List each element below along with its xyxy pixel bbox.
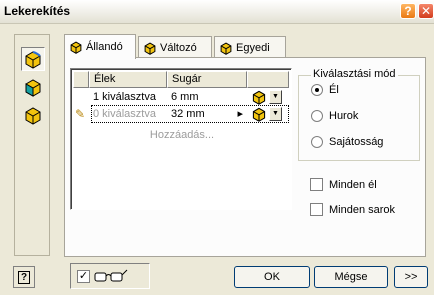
tab-variable-label: Változó — [160, 41, 197, 54]
all-edges-option[interactable]: Minden él — [310, 178, 377, 191]
edge-select-icon — [252, 90, 266, 105]
radio-edge-label: Él — [329, 84, 339, 96]
help-button[interactable]: ? — [13, 266, 35, 288]
edge-select-combo[interactable]: ▼ — [251, 89, 282, 105]
grid-header-radius: Sugár — [167, 71, 247, 88]
row-edges[interactable]: 1 kiválasztva — [89, 88, 167, 105]
add-row-link[interactable]: Hozzáadás... — [71, 129, 293, 141]
selection-mode-group: Kiválasztási mód Él Hurok Sajátosság — [298, 68, 420, 161]
all-corners-option[interactable]: Minden sarok — [310, 203, 395, 216]
grid-header-extra — [247, 71, 289, 88]
edge-radius-grid[interactable]: Élek Sugár 1 kiválasztva 6 mm ▼ ✎ 0 kivá… — [70, 68, 292, 210]
chevron-down-icon[interactable]: ▼ — [269, 89, 282, 104]
row-radius[interactable]: 6 mm — [167, 88, 247, 105]
full-round-fillet-icon — [25, 107, 41, 125]
grid-header-indicator — [73, 71, 89, 88]
row-indicator — [73, 88, 89, 105]
help-icon: ? — [404, 4, 412, 18]
window-title: Lekerekítés — [4, 4, 71, 18]
preview-toggle: ✓ — [70, 263, 150, 289]
constant-fillet-icon — [70, 41, 82, 54]
edge-fillet-button[interactable] — [21, 47, 45, 71]
grid-header-edges: Élek — [89, 71, 167, 88]
close-icon: ✕ — [420, 4, 432, 18]
tab-constant-label: Állandó — [86, 41, 123, 53]
all-corners-label: Minden sarok — [329, 203, 396, 216]
fillet-type-panel — [14, 34, 50, 256]
row-focus-outline — [91, 105, 289, 123]
radio-button[interactable] — [311, 136, 323, 148]
radio-feature-label: Sajátosság — [329, 136, 384, 148]
check-icon: ✓ — [78, 269, 89, 282]
ok-button[interactable]: OK — [234, 266, 310, 288]
more-button[interactable]: >> — [394, 266, 428, 288]
radio-loop-label: Hurok — [329, 110, 359, 122]
tab-setback-label: Egyedi — [236, 41, 270, 54]
grid-header: Élek Sugár — [73, 71, 289, 88]
glasses-icon — [94, 269, 128, 282]
setback-fillet-icon — [220, 42, 232, 55]
selection-mode-legend: Kiválasztási mód — [311, 68, 398, 80]
edge-fillet-icon — [25, 51, 41, 69]
help-title-button[interactable]: ? — [400, 3, 416, 19]
all-corners-checkbox[interactable] — [310, 203, 323, 216]
help-icon: ? — [18, 270, 30, 284]
tab-setback[interactable]: Egyedi — [214, 36, 286, 58]
radio-edge[interactable]: Él — [311, 84, 339, 96]
pencil-icon: ✎ — [75, 106, 86, 121]
table-row[interactable]: 1 kiválasztva 6 mm ▼ — [73, 88, 289, 105]
close-button[interactable]: ✕ — [418, 3, 434, 19]
cancel-button[interactable]: Mégse — [314, 266, 388, 288]
tab-variable[interactable]: Változó — [138, 36, 212, 58]
full-round-fillet-button[interactable] — [21, 103, 45, 127]
radio-button[interactable] — [311, 84, 323, 96]
face-fillet-button[interactable] — [21, 75, 45, 99]
title-bar: Lekerekítés ? ✕ — [0, 0, 434, 24]
variable-fillet-icon — [144, 42, 156, 55]
radio-button[interactable] — [311, 110, 323, 122]
face-fillet-icon — [25, 79, 41, 97]
all-edges-checkbox[interactable] — [310, 178, 323, 191]
all-edges-label: Minden él — [329, 178, 377, 191]
radio-loop[interactable]: Hurok — [311, 110, 358, 122]
tab-constant[interactable]: Állandó — [64, 34, 136, 59]
radio-feature[interactable]: Sajátosság — [311, 136, 383, 148]
preview-checkbox[interactable]: ✓ — [77, 269, 90, 283]
